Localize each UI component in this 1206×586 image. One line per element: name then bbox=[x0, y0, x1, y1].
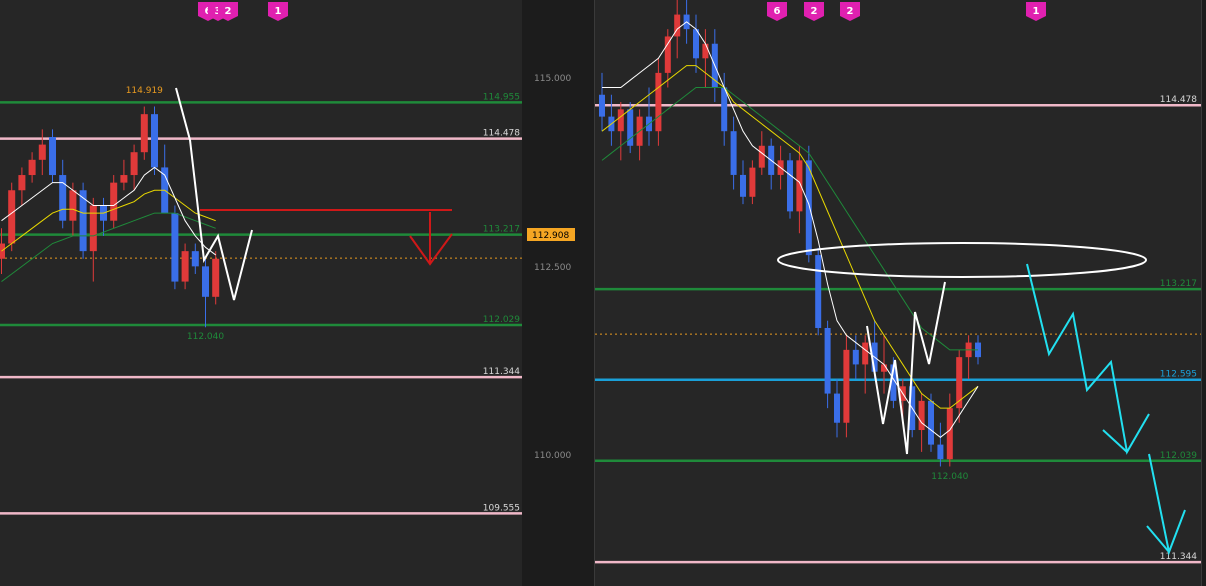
candle-body bbox=[89, 205, 97, 252]
axis-tick-1125: 112.500 bbox=[534, 263, 571, 273]
level-label-114.478: 114.478 bbox=[1160, 95, 1197, 105]
candle-body bbox=[702, 43, 709, 59]
level-label-111.344: 111.344 bbox=[1160, 552, 1197, 562]
candle-body bbox=[918, 400, 925, 431]
left-chart-canvas[interactable]: 114.955 114.478 113.217 112.029 111.344 109.5… bbox=[0, 0, 522, 586]
level-label-113.217: 113.217 bbox=[1160, 279, 1197, 289]
left-chart-panel[interactable]: 114.955 114.478 113.217 112.029 111.344 109.5… bbox=[0, 0, 523, 586]
event-marker-label: 1 bbox=[275, 6, 282, 17]
candle-body bbox=[843, 349, 850, 423]
candle-body bbox=[49, 136, 56, 176]
level-label-111.344: 111.344 bbox=[483, 367, 520, 377]
candle-body bbox=[130, 152, 138, 176]
candle-body bbox=[758, 145, 765, 168]
level-label-114.955: 114.955 bbox=[483, 92, 520, 102]
event-marker-label: 6 bbox=[774, 6, 781, 17]
candle-body bbox=[0, 243, 5, 259]
price-axis-gutter[interactable]: 115.000 112.500 110.000 112.908 bbox=[522, 0, 594, 586]
candle-body bbox=[862, 342, 869, 365]
candle-body bbox=[749, 167, 756, 197]
price-axis[interactable]: 115.000 112.500 110.000 112.908 bbox=[522, 0, 594, 586]
candle-body bbox=[655, 72, 662, 132]
candle-body bbox=[212, 258, 220, 297]
candle-body bbox=[59, 175, 67, 221]
chart-workspace: 114.955 114.478 113.217 112.029 111.344 109.5… bbox=[0, 0, 1206, 586]
candle-body bbox=[191, 251, 199, 267]
candle-body bbox=[617, 109, 624, 132]
candle-body bbox=[599, 94, 605, 117]
candle-body bbox=[69, 190, 77, 221]
candle-body bbox=[805, 160, 812, 256]
candle-body bbox=[8, 190, 16, 244]
current-price-tag: 112.908 bbox=[532, 231, 569, 241]
event-marker-label: 2 bbox=[811, 6, 818, 17]
right-chart-panel[interactable]: 114.478 113.217 112.595 112.039 111.344 112.0… bbox=[594, 0, 1202, 586]
price-annotation: 114.919 bbox=[126, 86, 163, 96]
level-label-113.217: 113.217 bbox=[483, 225, 520, 235]
candle-body bbox=[721, 87, 728, 132]
event-marker-label: 1 bbox=[1033, 6, 1040, 17]
candle-body bbox=[787, 160, 793, 212]
level-label-109.555: 109.555 bbox=[483, 503, 520, 513]
event-marker-label: 2 bbox=[225, 6, 232, 17]
candle-body bbox=[140, 114, 148, 153]
candle-body bbox=[693, 29, 699, 59]
level-label-114.478: 114.478 bbox=[483, 129, 520, 139]
candle-body bbox=[815, 255, 822, 328]
candle-body bbox=[181, 251, 189, 282]
neckline-ellipse bbox=[777, 242, 1147, 278]
candle-body bbox=[28, 159, 36, 176]
candle-body bbox=[202, 266, 209, 297]
price-annotation: 112.040 bbox=[931, 472, 968, 482]
candle-body bbox=[946, 408, 953, 460]
candle-body bbox=[937, 444, 944, 460]
candle-body bbox=[664, 36, 671, 73]
candle-body bbox=[120, 175, 128, 183]
level-label-112.039: 112.039 bbox=[1160, 451, 1197, 461]
candle-body bbox=[171, 213, 179, 282]
price-annotation: 112.040 bbox=[187, 332, 224, 342]
candle-body bbox=[740, 174, 746, 197]
candle-body bbox=[852, 349, 859, 365]
ma-mid-line bbox=[1, 189, 216, 252]
right-chart-canvas[interactable]: 114.478 113.217 112.595 112.039 111.344 112.0… bbox=[595, 0, 1201, 586]
candle-body bbox=[151, 114, 158, 168]
candle-body bbox=[824, 327, 831, 394]
candle-body bbox=[18, 175, 26, 191]
projection-path-final bbox=[1148, 453, 1186, 556]
candle-body bbox=[834, 393, 840, 423]
candle-body bbox=[110, 182, 118, 221]
axis-tick-115: 115.000 bbox=[534, 74, 571, 84]
candle-body bbox=[38, 144, 46, 160]
projection-path bbox=[1026, 263, 1150, 455]
candle-body bbox=[730, 131, 737, 175]
level-label-112.595: 112.595 bbox=[1160, 370, 1197, 380]
candle-body bbox=[928, 400, 934, 445]
level-label-112.029: 112.029 bbox=[483, 315, 520, 325]
event-marker-label: 2 bbox=[847, 6, 854, 17]
axis-tick-110: 110.000 bbox=[534, 451, 571, 461]
